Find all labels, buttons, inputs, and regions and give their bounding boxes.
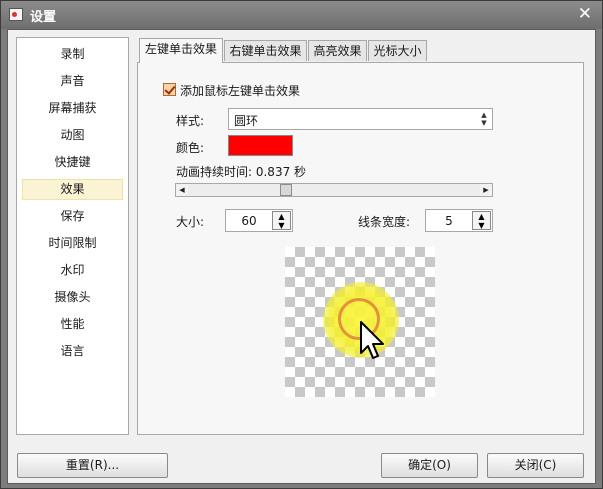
- sidebar-item-language[interactable]: 语言: [22, 341, 123, 362]
- settings-sidebar: 录制 声音 屏幕捕获 动图 快捷键 效果 保存 时间限制 水印 摄像头 性能 语…: [16, 37, 129, 435]
- sidebar-item-time-limit[interactable]: 时间限制: [22, 233, 123, 254]
- ok-button[interactable]: 确定(O): [381, 453, 478, 478]
- size-label: 大小:: [176, 215, 205, 229]
- style-label: 样式:: [176, 114, 205, 128]
- sidebar-item-save[interactable]: 保存: [22, 206, 123, 227]
- left-click-effect-panel: 添加鼠标左键单击效果 样式: 圆环 ▲ ▼ 颜色: 动画持续时间: 0.837 秒…: [137, 62, 584, 435]
- line-width-spinbox[interactable]: 5 ▲ ▼: [425, 209, 493, 232]
- sidebar-item-record[interactable]: 录制: [22, 44, 123, 65]
- window-title: 设置: [30, 10, 57, 25]
- enable-left-click-label: 添加鼠标左键单击效果: [180, 84, 301, 98]
- size-value: 60: [241, 214, 257, 228]
- tab-left-click-effect[interactable]: 左键单击效果: [139, 38, 223, 63]
- size-spinbox[interactable]: 60 ▲ ▼: [225, 209, 293, 232]
- duration-label: 动画持续时间: 0.837 秒: [176, 165, 307, 179]
- title-bar: 设置 ✕: [1, 1, 602, 29]
- tab-highlight-effect[interactable]: 高亮效果: [308, 40, 367, 61]
- color-label: 颜色:: [176, 141, 205, 155]
- style-select[interactable]: 圆环 ▲ ▼: [228, 108, 493, 130]
- duration-slider-thumb[interactable]: [280, 184, 292, 196]
- tab-right-click-effect[interactable]: 右键单击效果: [224, 40, 307, 61]
- slider-left-arrow-icon[interactable]: ◀: [176, 184, 188, 196]
- enable-left-click-checkbox[interactable]: [163, 83, 176, 96]
- tab-cursor-size[interactable]: 光标大小: [368, 40, 427, 61]
- spin-arrows-icon[interactable]: ▲ ▼: [472, 211, 491, 230]
- chevron-up-down-icon: ▲ ▼: [481, 111, 487, 127]
- color-swatch[interactable]: [228, 135, 293, 156]
- sidebar-item-gif[interactable]: 动图: [22, 125, 123, 146]
- line-width-label: 线条宽度:: [358, 215, 411, 229]
- sidebar-item-webcam[interactable]: 摄像头: [22, 287, 123, 308]
- line-width-value: 5: [445, 214, 453, 228]
- sidebar-item-performance[interactable]: 性能: [22, 314, 123, 335]
- spin-arrows-icon[interactable]: ▲ ▼: [272, 211, 291, 230]
- sidebar-item-audio[interactable]: 声音: [22, 71, 123, 92]
- slider-right-arrow-icon[interactable]: ▶: [480, 184, 492, 196]
- sidebar-item-effects[interactable]: 效果: [22, 179, 123, 200]
- reset-button[interactable]: 重置(R)...: [17, 453, 168, 478]
- arrow-cursor-icon: [360, 321, 384, 359]
- close-icon[interactable]: ✕: [578, 4, 592, 24]
- app-icon: [9, 8, 23, 21]
- effect-preview: [285, 247, 435, 397]
- style-select-value: 圆环: [234, 114, 259, 128]
- settings-window: 设置 ✕ 录制 声音 屏幕捕获 动图 快捷键 效果 保存 时间限制 水印 摄像头…: [0, 0, 603, 489]
- close-button[interactable]: 关闭(C): [487, 453, 584, 478]
- dialog-client: 录制 声音 屏幕捕获 动图 快捷键 效果 保存 时间限制 水印 摄像头 性能 语…: [7, 29, 596, 484]
- sidebar-item-screen-capture[interactable]: 屏幕捕获: [22, 98, 123, 119]
- duration-slider[interactable]: ◀ ▶: [175, 183, 493, 197]
- sidebar-item-watermark[interactable]: 水印: [22, 260, 123, 281]
- sidebar-item-hotkeys[interactable]: 快捷键: [22, 152, 123, 173]
